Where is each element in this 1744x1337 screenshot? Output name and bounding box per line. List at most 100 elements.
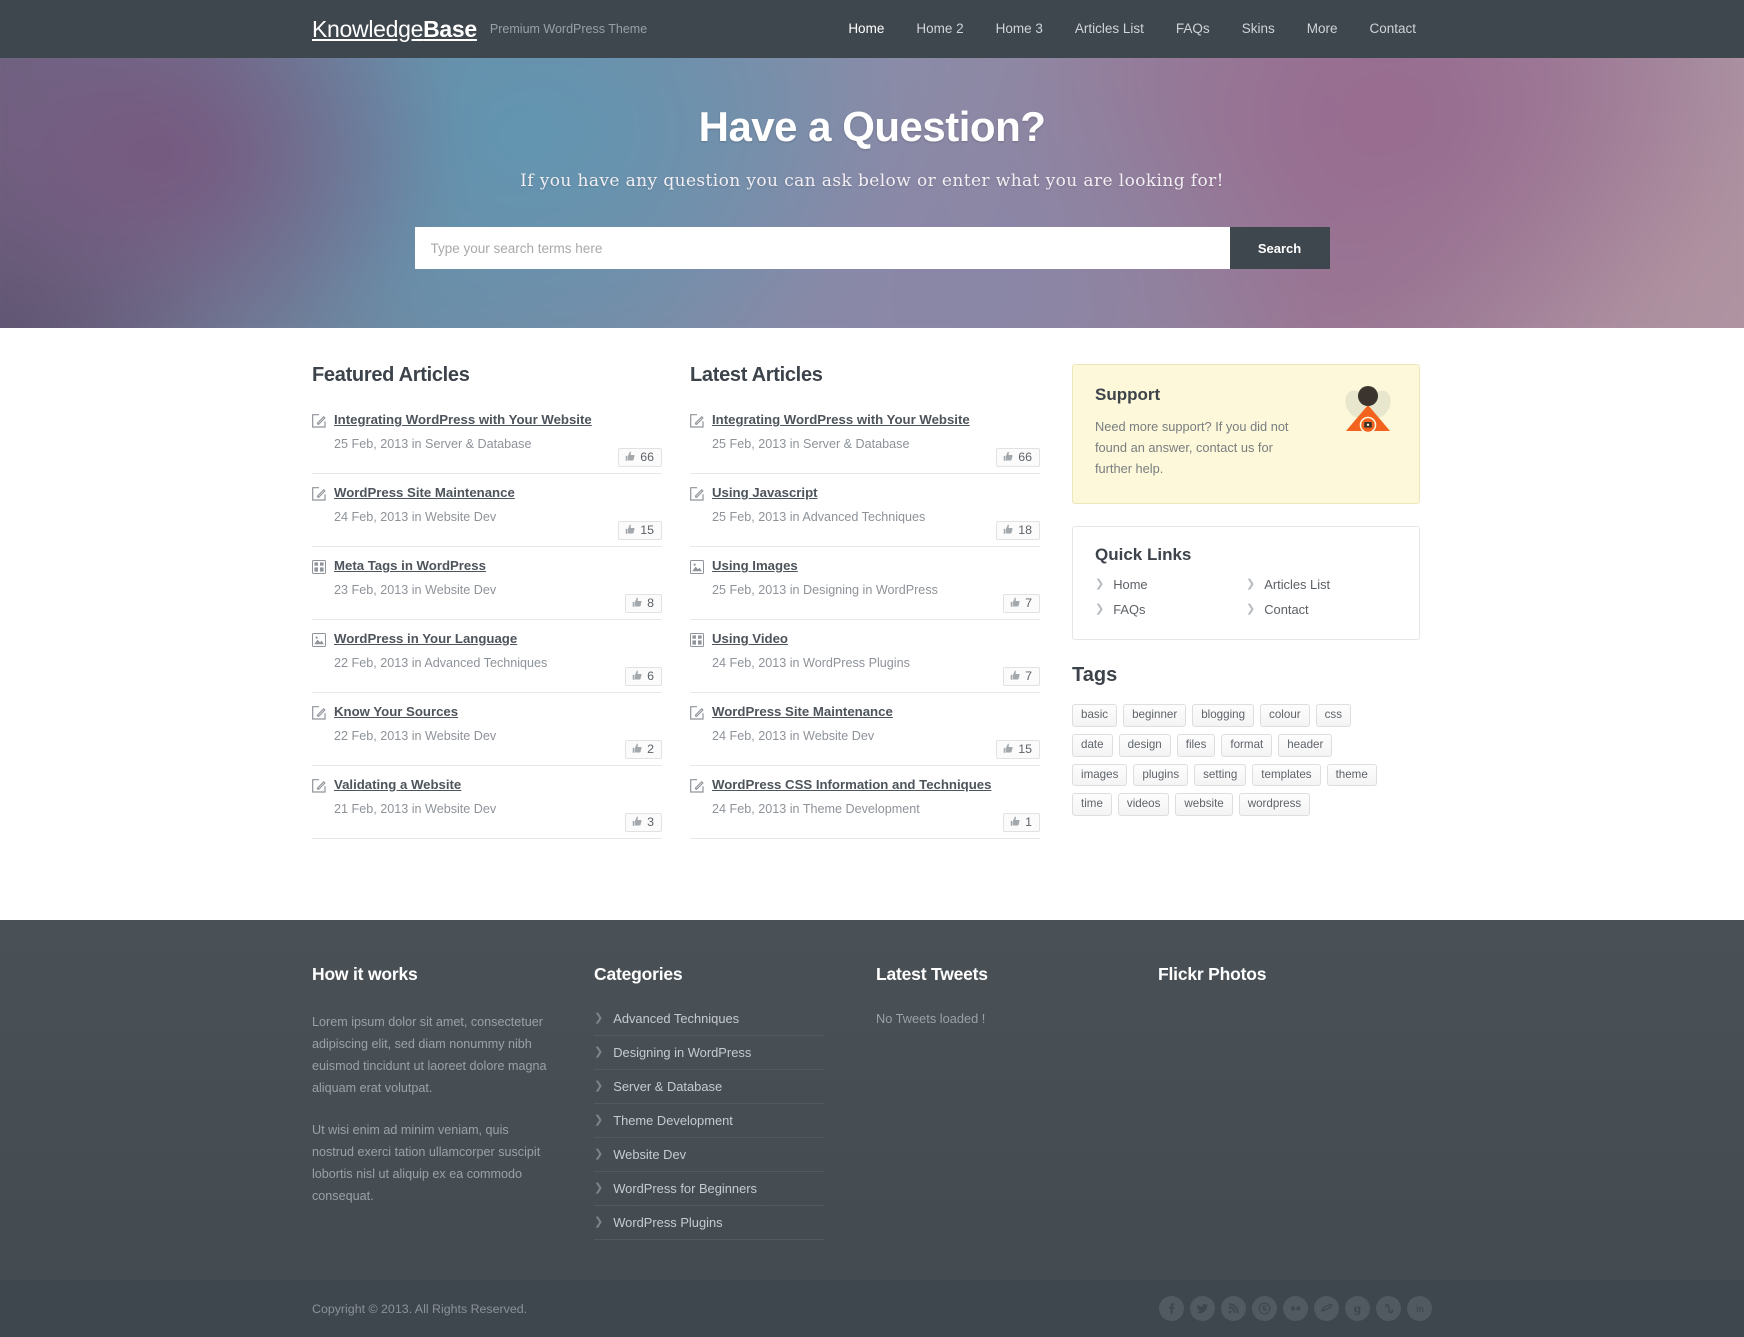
- footer-category-website-dev[interactable]: ❯ Website Dev: [594, 1138, 824, 1172]
- skype-icon[interactable]: [1252, 1296, 1277, 1321]
- article-title[interactable]: WordPress CSS Information and Techniques: [712, 777, 991, 793]
- article-item[interactable]: Integrating WordPress with Your Website 2…: [312, 412, 662, 474]
- footer-category-advanced-techniques[interactable]: ❯ Advanced Techniques: [594, 1011, 824, 1036]
- twitter-icon[interactable]: [1190, 1296, 1215, 1321]
- search-input[interactable]: [414, 227, 1230, 269]
- quick-link-faqs[interactable]: ❯ FAQs: [1095, 602, 1246, 617]
- article-like-count[interactable]: 6: [625, 666, 662, 686]
- tag-theme[interactable]: theme: [1326, 763, 1377, 787]
- nav-item-contact[interactable]: Contact: [1353, 0, 1432, 58]
- article-item[interactable]: Meta Tags in WordPress 23 Feb, 2013 in We…: [312, 558, 662, 620]
- article-item[interactable]: Using Images 25 Feb, 2013 in Designing in…: [690, 558, 1040, 620]
- article-title[interactable]: Meta Tags in WordPress: [334, 558, 486, 574]
- footer-category-server---database[interactable]: ❯ Server & Database: [594, 1070, 824, 1104]
- site-logo[interactable]: KnowledgeBase: [312, 16, 477, 43]
- article-like-count[interactable]: 66: [996, 447, 1040, 467]
- footer-category-wordpress-for-beginners[interactable]: ❯ WordPress for Beginners: [594, 1172, 824, 1206]
- article-title[interactable]: Integrating WordPress with Your Website: [712, 412, 970, 428]
- tag-blogging[interactable]: blogging: [1192, 704, 1255, 727]
- article-category[interactable]: Server & Database: [803, 437, 909, 451]
- article-like-count[interactable]: 3: [625, 812, 662, 832]
- article-category[interactable]: Server & Database: [425, 437, 531, 451]
- article-item[interactable]: WordPress Site Maintenance 24 Feb, 2013 i…: [690, 704, 1040, 766]
- tag-basic[interactable]: basic: [1072, 704, 1118, 727]
- search-button[interactable]: Search: [1229, 227, 1330, 269]
- article-item[interactable]: Validating a Website 21 Feb, 2013 in Webs…: [312, 777, 662, 839]
- nav-item-skins[interactable]: Skins: [1226, 0, 1291, 58]
- article-title[interactable]: Validating a Website: [334, 777, 461, 793]
- tag-time[interactable]: time: [1072, 793, 1112, 816]
- article-meta: 25 Feb, 2013 in Advanced Techniques: [712, 510, 1040, 536]
- linkedin-icon[interactable]: in: [1407, 1296, 1432, 1321]
- quick-link-home[interactable]: ❯ Home: [1095, 577, 1246, 592]
- article-item[interactable]: Using Javascript 25 Feb, 2013 in Advanced…: [690, 485, 1040, 547]
- article-category[interactable]: Website Dev: [425, 729, 496, 743]
- footer-category-theme-development[interactable]: ❯ Theme Development: [594, 1104, 824, 1138]
- edit-icon: [690, 487, 704, 501]
- article-like-count[interactable]: 2: [625, 739, 662, 759]
- article-title[interactable]: Using Images: [712, 558, 798, 574]
- article-title[interactable]: Know Your Sources: [334, 704, 458, 720]
- tag-templates[interactable]: templates: [1252, 763, 1321, 787]
- article-item[interactable]: WordPress Site Maintenance 24 Feb, 2013 i…: [312, 485, 662, 547]
- article-like-count[interactable]: 15: [618, 520, 662, 540]
- facebook-icon[interactable]: [1159, 1296, 1184, 1321]
- article-title[interactable]: Using Javascript: [712, 485, 818, 501]
- google-icon[interactable]: g: [1345, 1296, 1370, 1321]
- nav-item-more[interactable]: More: [1291, 0, 1354, 58]
- footer-category-wordpress-plugins[interactable]: ❯ WordPress Plugins: [594, 1206, 824, 1240]
- nav-item-home-2[interactable]: Home 2: [900, 0, 979, 58]
- quick-link-contact[interactable]: ❯ Contact: [1246, 602, 1397, 617]
- article-like-count[interactable]: 66: [618, 447, 662, 467]
- article-category[interactable]: Advanced Techniques: [802, 510, 925, 524]
- quick-link-articles-list[interactable]: ❯ Articles List: [1246, 577, 1397, 592]
- article-item[interactable]: WordPress CSS Information and Techniques…: [690, 777, 1040, 839]
- article-title[interactable]: Using Video: [712, 631, 788, 647]
- tag-images[interactable]: images: [1072, 763, 1128, 787]
- tag-header[interactable]: header: [1278, 733, 1333, 757]
- tag-css[interactable]: css: [1315, 704, 1352, 727]
- article-category[interactable]: Website Dev: [425, 583, 496, 597]
- article-like-count[interactable]: 15: [996, 739, 1040, 759]
- tag-format[interactable]: format: [1221, 733, 1273, 757]
- article-item[interactable]: Using Video 24 Feb, 2013 in WordPress Plu…: [690, 631, 1040, 693]
- article-category[interactable]: Theme Development: [803, 802, 920, 816]
- article-category[interactable]: WordPress Plugins: [803, 656, 910, 670]
- tag-date[interactable]: date: [1072, 733, 1113, 757]
- article-category[interactable]: Website Dev: [425, 802, 496, 816]
- nav-item-home[interactable]: Home: [832, 0, 900, 58]
- tag-beginner[interactable]: beginner: [1123, 704, 1187, 727]
- article-like-count[interactable]: 8: [625, 593, 662, 613]
- article-like-count[interactable]: 7: [1003, 666, 1040, 686]
- tag-videos[interactable]: videos: [1117, 793, 1170, 816]
- tag-colour[interactable]: colour: [1260, 704, 1310, 727]
- article-title[interactable]: WordPress Site Maintenance: [334, 485, 515, 501]
- tag-website[interactable]: website: [1175, 793, 1233, 816]
- tag-files[interactable]: files: [1176, 733, 1216, 757]
- article-item[interactable]: Know Your Sources 22 Feb, 2013 in Website…: [312, 704, 662, 766]
- tag-design[interactable]: design: [1118, 733, 1171, 757]
- article-item[interactable]: WordPress in Your Language 22 Feb, 2013 i…: [312, 631, 662, 693]
- article-category[interactable]: Website Dev: [803, 729, 874, 743]
- article-like-count[interactable]: 1: [1003, 812, 1040, 832]
- footer-category-designing-in-wordpress[interactable]: ❯ Designing in WordPress: [594, 1036, 824, 1070]
- article-category[interactable]: Website Dev: [425, 510, 496, 524]
- article-title[interactable]: WordPress Site Maintenance: [712, 704, 893, 720]
- nav-item-articles-list[interactable]: Articles List: [1059, 0, 1160, 58]
- article-like-count[interactable]: 7: [1003, 593, 1040, 613]
- tag-plugins[interactable]: plugins: [1133, 763, 1189, 787]
- tag-wordpress[interactable]: wordpress: [1238, 793, 1311, 816]
- nav-item-home-3[interactable]: Home 3: [980, 0, 1059, 58]
- rss-icon[interactable]: [1221, 1296, 1246, 1321]
- article-like-count[interactable]: 18: [996, 520, 1040, 540]
- article-title[interactable]: Integrating WordPress with Your Website: [334, 412, 592, 428]
- nav-item-faqs[interactable]: FAQs: [1160, 0, 1226, 58]
- stumbleupon-icon[interactable]: [1376, 1296, 1401, 1321]
- flickr-icon[interactable]: [1283, 1296, 1308, 1321]
- article-item[interactable]: Integrating WordPress with Your Website 2…: [690, 412, 1040, 474]
- article-category[interactable]: Advanced Techniques: [424, 656, 547, 670]
- article-category[interactable]: Designing in WordPress: [803, 583, 938, 597]
- article-title[interactable]: WordPress in Your Language: [334, 631, 517, 647]
- tag-setting[interactable]: setting: [1194, 763, 1247, 787]
- dribbble-icon[interactable]: [1314, 1296, 1339, 1321]
